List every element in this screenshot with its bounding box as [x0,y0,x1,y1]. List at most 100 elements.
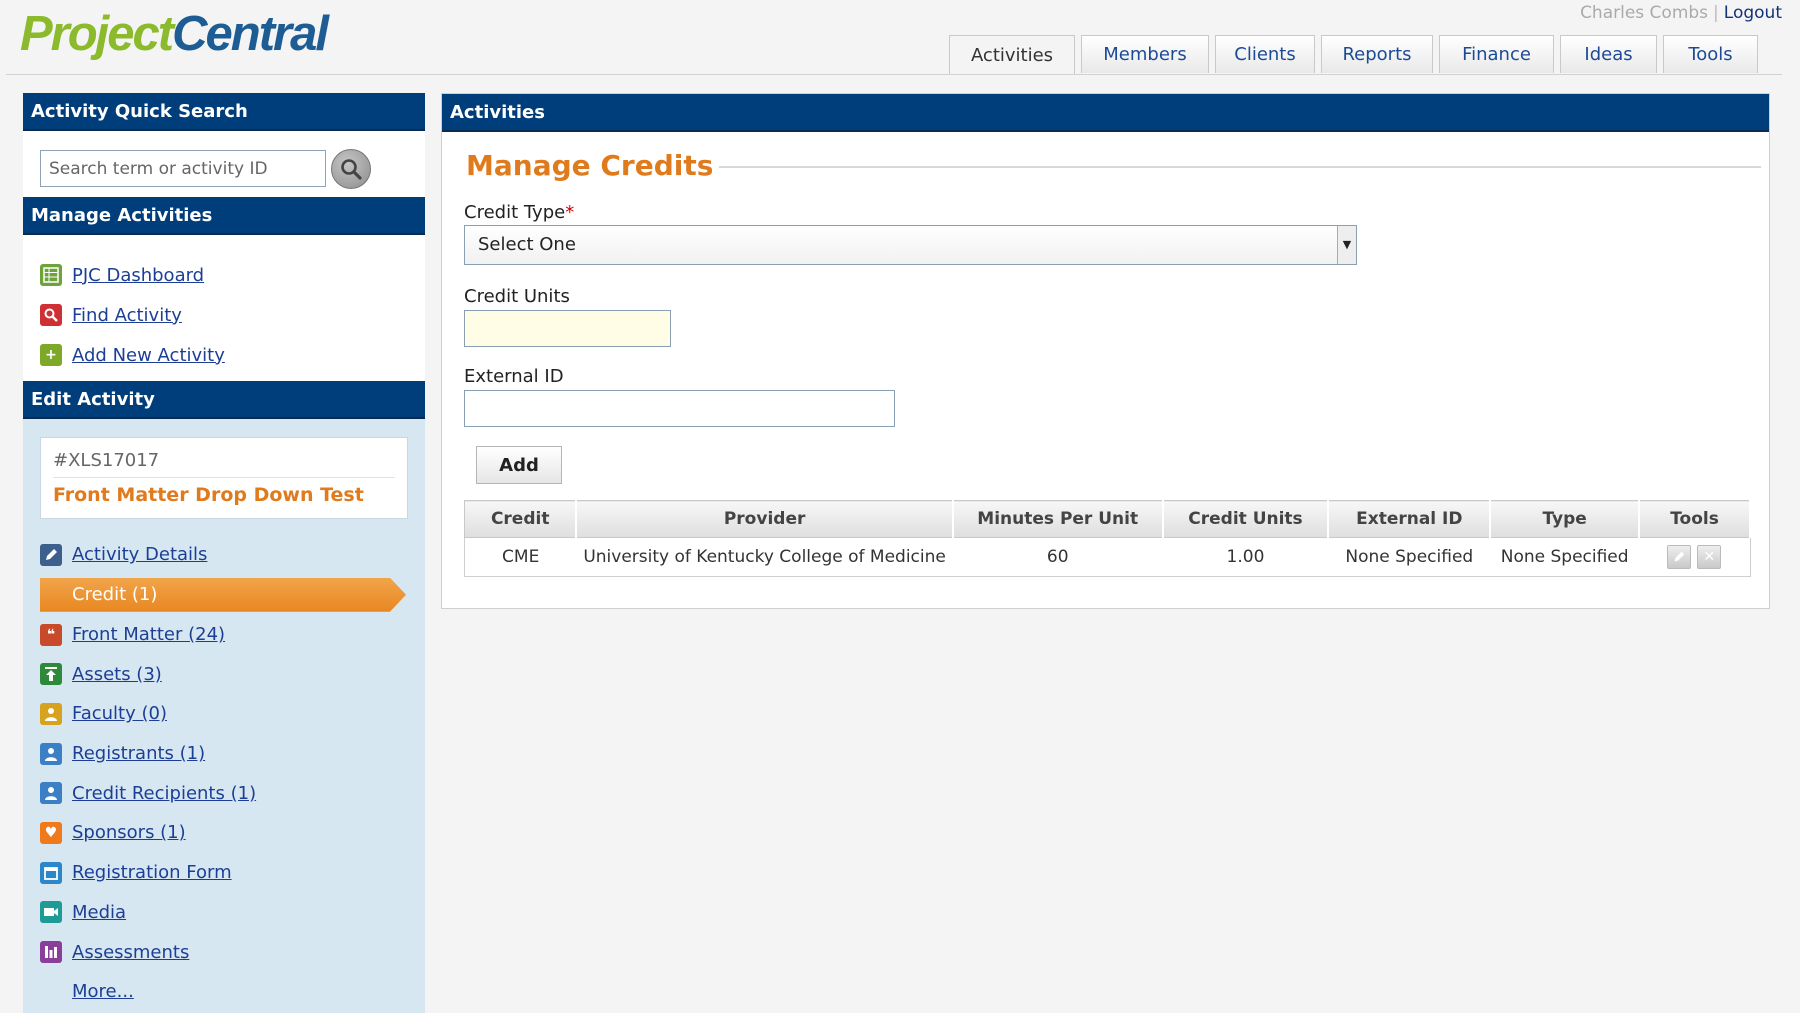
delete-x-icon[interactable]: ✕ [1697,545,1722,569]
edit-activity-header: Edit Activity [23,381,425,419]
cell-type: None Specified [1490,537,1640,577]
sidebar: Activity Quick Search Manage Activities … [23,93,425,1013]
cell-provider: University of Kentucky College of Medici… [576,537,953,577]
assessments-link[interactable]: Assessments [72,942,189,963]
main-panel-header: Activities [442,94,1769,132]
column-header-credit[interactable]: Credit [464,500,578,538]
sidebar-item-media[interactable]: Media [23,893,425,933]
front-matter-link[interactable]: Front Matter (24) [72,624,225,645]
sidebar-item-registrants[interactable]: Registrants (1) [23,734,425,774]
manage-activities-header: Manage Activities [23,197,425,235]
tab-reports[interactable]: Reports [1321,35,1433,73]
tab-ideas[interactable]: Ideas [1560,35,1657,73]
table-row: CME University of Kentucky College of Me… [464,537,1751,577]
sidebar-item-credit[interactable]: Credit (1) [23,577,425,612]
cell-credit-units: 1.00 [1162,537,1329,577]
header-divider [6,74,1782,75]
required-mark: * [565,202,575,223]
edit-icon [40,543,62,566]
faculty-link[interactable]: Faculty (0) [72,703,167,724]
sidebar-item-front-matter[interactable]: ❝ Front Matter (24) [23,615,425,655]
column-header-external-id[interactable]: External ID [1327,500,1492,538]
logout-link[interactable]: Logout [1724,3,1782,23]
video-icon [40,901,62,924]
cell-tools: ✕ [1639,537,1751,577]
card-divider [53,477,395,478]
credit-units-label: Credit Units [464,286,570,307]
credit-link[interactable]: Credit (1) [72,584,157,605]
tab-tools[interactable]: Tools [1663,35,1758,73]
column-header-tools: Tools [1638,500,1751,538]
search-icon [341,159,362,180]
app-logo[interactable]: ProjectCentral [20,4,329,64]
media-link[interactable]: Media [72,902,126,923]
activity-details-link[interactable]: Activity Details [72,544,207,565]
sidebar-item-faculty[interactable]: Faculty (0) [23,694,425,734]
cell-minutes-per-unit: 60 [952,537,1163,577]
tab-members[interactable]: Members [1081,35,1209,73]
registrants-person-icon [40,742,62,765]
credit-type-select[interactable]: Select One ▼ [464,225,1357,265]
sidebar-item-registration-form[interactable]: Registration Form [23,853,425,893]
credit-units-input[interactable] [464,310,671,347]
manage-credits-legend: Manage Credits [466,148,1761,182]
external-id-input[interactable] [464,390,895,427]
add-icon: + [40,344,62,366]
registrants-link[interactable]: Registrants (1) [72,743,205,764]
more-link[interactable]: More... [72,981,134,1002]
logo-part-central: Central [172,7,329,61]
quote-icon: ❝ [40,623,62,646]
activity-summary-card: #XLS17017 Front Matter Drop Down Test [40,437,408,519]
search-input[interactable] [40,150,326,187]
quick-search-header: Activity Quick Search [23,93,425,131]
credit-recipients-person-icon [40,782,62,805]
sidebar-item-sponsors[interactable]: ♥ Sponsors (1) [23,813,425,853]
column-header-minutes-per-unit[interactable]: Minutes Per Unit [952,500,1164,538]
credit-type-label-text: Credit Type [464,202,566,223]
user-name: Charles Combs [1580,3,1709,23]
find-activity-link[interactable]: Find Activity [72,305,182,326]
registration-form-link[interactable]: Registration Form [72,862,232,883]
edit-pencil-icon[interactable] [1667,545,1692,569]
column-header-type[interactable]: Type [1489,500,1641,538]
credit-type-value: Select One [478,234,576,255]
add-button[interactable]: Add [476,446,562,484]
tab-finance[interactable]: Finance [1439,35,1554,73]
sidebar-item-credit-recipients[interactable]: Credit Recipients (1) [23,773,425,813]
sidebar-item-assets[interactable]: Assets (3) [23,654,425,694]
form-icon [40,861,62,884]
sponsors-link[interactable]: Sponsors (1) [72,822,186,843]
credit-type-label: Credit Type* [464,202,574,223]
faculty-person-icon [40,702,62,725]
dashboard-icon [40,264,62,286]
heart-icon: ♥ [40,821,62,844]
pjc-dashboard-link[interactable]: PJC Dashboard [72,265,204,286]
legend-rule [719,166,1761,168]
sidebar-item-more[interactable]: More... [23,972,425,1012]
credits-table: Credit Provider Minutes Per Unit Credit … [464,500,1751,577]
assets-link[interactable]: Assets (3) [72,664,162,685]
user-bar: Charles Combs | Logout [1580,3,1782,23]
manage-activities-list: PJC Dashboard Find Activity + Add New Ac… [23,235,425,381]
activity-name: Front Matter Drop Down Test [53,484,364,506]
column-header-provider[interactable]: Provider [575,500,954,538]
sidebar-item-pjc-dashboard[interactable]: PJC Dashboard [23,255,425,295]
sidebar-item-activity-details[interactable]: Activity Details [23,535,425,575]
credit-recipients-link[interactable]: Credit Recipients (1) [72,783,256,804]
sidebar-item-find-activity[interactable]: Find Activity [23,295,425,335]
find-icon [40,304,62,326]
sidebar-item-add-new-activity[interactable]: + Add New Activity [23,335,425,375]
page-title: Manage Credits [466,148,714,182]
chart-icon [40,941,62,964]
main-panel: Activities Manage Credits Credit Type* S… [441,93,1770,609]
cell-credit: CME [464,537,577,577]
search-button[interactable] [331,149,371,189]
column-header-credit-units[interactable]: Credit Units [1162,500,1330,538]
tab-clients[interactable]: Clients [1215,35,1315,73]
sidebar-item-assessments[interactable]: Assessments [23,932,425,972]
external-id-label: External ID [464,366,564,387]
table-header-row: Credit Provider Minutes Per Unit Credit … [464,500,1751,538]
add-new-activity-link[interactable]: Add New Activity [72,345,225,366]
tab-activities[interactable]: Activities [949,35,1075,75]
cell-external-id: None Specified [1328,537,1491,577]
